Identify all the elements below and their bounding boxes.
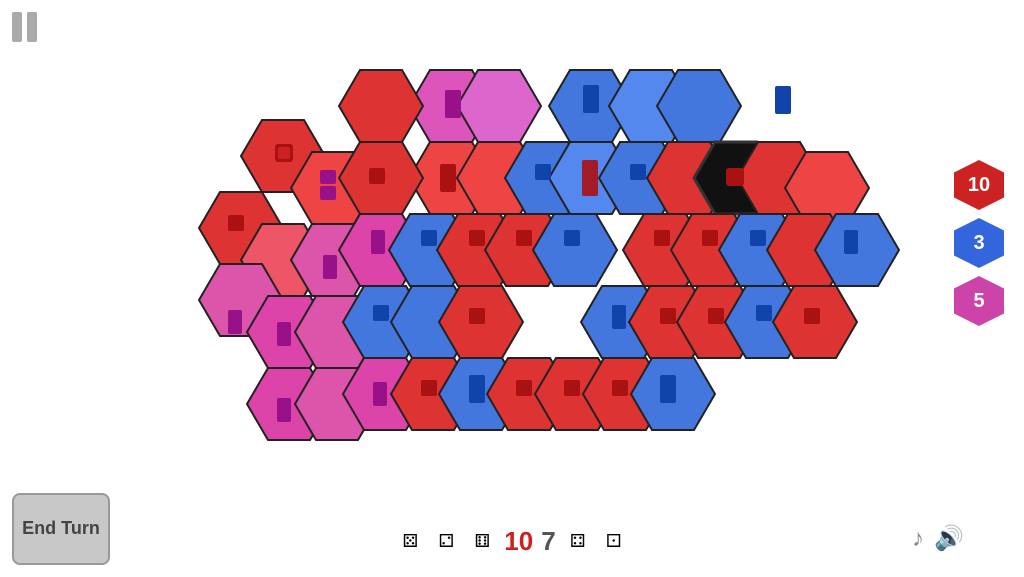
end-turn-button[interactable]: End Turn — [12, 493, 110, 565]
red-die-3: ⚅ — [468, 528, 496, 556]
red-territory-count: 10 — [954, 160, 1004, 210]
blue-die-2: ⚀ — [600, 528, 628, 556]
blue-territory-count: 3 — [954, 218, 1004, 268]
red-die-2: ⚁ — [432, 528, 460, 556]
blue-die-1: ⚃ — [564, 528, 592, 556]
pause-bar-right — [27, 12, 37, 42]
score-divider: 7 — [541, 526, 555, 557]
sound-controls[interactable]: ♪ 🔊 — [912, 524, 964, 553]
red-die-1: ⚄ — [396, 528, 424, 556]
right-panel: 10 3 5 — [954, 160, 1004, 326]
end-turn-label: End Turn — [22, 518, 100, 540]
pink-territory-count: 5 — [954, 276, 1004, 326]
pause-button[interactable] — [12, 12, 37, 42]
pause-bar-left — [12, 12, 22, 42]
game-board[interactable] — [120, 60, 900, 500]
volume-icon[interactable]: 🔊 — [934, 524, 964, 553]
bottom-bar: ⚄ ⚁ ⚅ 10 7 ⚃ ⚀ — [396, 526, 627, 557]
music-icon[interactable]: ♪ — [912, 525, 924, 553]
red-score: 10 — [504, 526, 533, 557]
